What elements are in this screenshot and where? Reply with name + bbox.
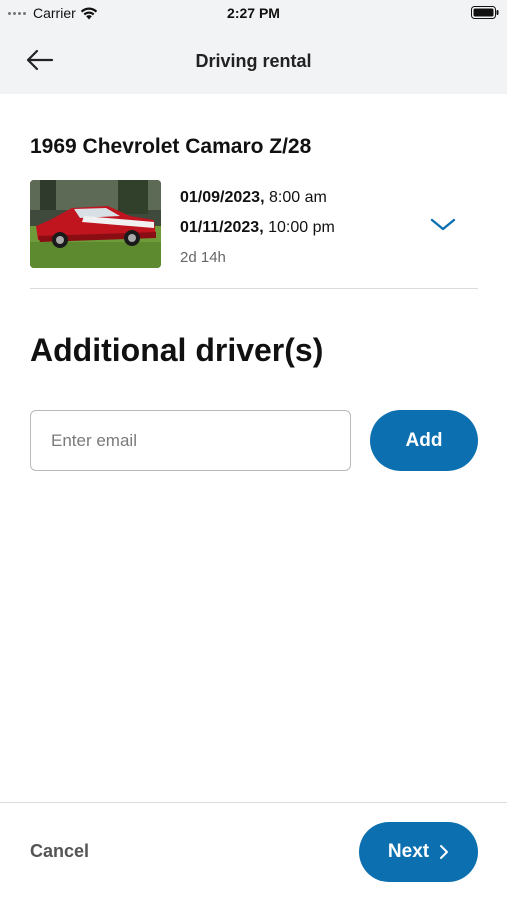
end-datetime: 01/11/2023, 10:00 pm bbox=[180, 217, 335, 247]
expand-details-button[interactable] bbox=[428, 212, 458, 236]
chevron-down-icon bbox=[430, 218, 456, 231]
car-title: 1969 Chevrolet Camaro Z/28 bbox=[30, 135, 312, 158]
status-bar: Carrier 2:27 PM bbox=[0, 0, 507, 28]
divider bbox=[30, 288, 478, 289]
end-time: 10:00 pm bbox=[263, 219, 335, 236]
rental-duration: 2d 14h bbox=[180, 249, 226, 266]
battery-icon bbox=[471, 6, 499, 19]
start-datetime: 01/09/2023, 8:00 am bbox=[180, 187, 335, 217]
page-title: Driving rental bbox=[195, 51, 312, 71]
cancel-button[interactable]: Cancel bbox=[30, 841, 89, 862]
chevron-right-icon bbox=[440, 845, 449, 859]
car-image bbox=[30, 180, 161, 268]
add-button[interactable]: Add bbox=[370, 410, 478, 471]
car-photo bbox=[30, 180, 161, 268]
footer-divider bbox=[0, 802, 507, 803]
end-date: 01/11/2023, bbox=[180, 219, 264, 236]
section-title: Additional driver(s) bbox=[30, 332, 324, 368]
rental-dates: 01/09/2023, 8:00 am 01/11/2023, 10:00 pm… bbox=[180, 187, 335, 269]
status-time: 2:27 PM bbox=[227, 5, 280, 21]
next-label: Next bbox=[387, 841, 430, 862]
next-button[interactable]: Next bbox=[359, 822, 478, 882]
nav-bar: Driving rental bbox=[0, 28, 507, 94]
start-time: 8:00 am bbox=[264, 189, 327, 206]
start-date: 01/09/2023, bbox=[180, 189, 265, 206]
email-input[interactable] bbox=[30, 410, 351, 471]
